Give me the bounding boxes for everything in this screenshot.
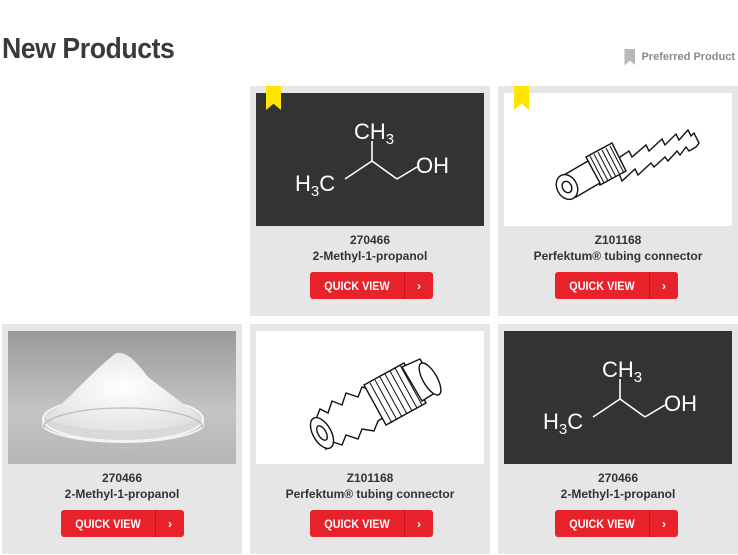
bookmark-icon [624,48,636,66]
quick-view-label: QUICK VIEW [75,516,141,531]
product-image-tubing-connector[interactable] [256,331,484,464]
page-title: New Products [2,33,175,65]
quick-view-button[interactable]: QUICK VIEW › [555,272,678,299]
product-code: 270466 [101,471,143,485]
product-name: Perfektum® tubing connector [285,487,455,501]
h3c-label: H3C [543,409,583,438]
quick-view-button[interactable]: QUICK VIEW › [310,272,433,299]
product-name: 2-Methyl-1-propanol [64,487,180,501]
product-card: Z101168 Perfektum® tubing connector QUIC… [498,86,738,316]
product-code: 270466 [349,233,391,247]
quick-view-button[interactable]: QUICK VIEW › [555,510,678,537]
quick-view-label: QUICK VIEW [569,278,635,293]
product-code: Z101168 [346,471,394,485]
product-card: Z101168 Perfektum® tubing connector QUIC… [250,324,490,554]
product-card: CH3 H3C OH 270466 2-Methyl-1-propanol QU… [250,86,490,316]
product-name: Perfektum® tubing connector [533,249,703,263]
ch3-label: CH3 [354,119,394,148]
oh-label: OH [664,391,697,416]
quick-view-label: QUICK VIEW [324,516,390,531]
h3c-label: H3C [295,171,335,200]
product-image-structure[interactable]: CH3 H3C OH [256,93,484,226]
chevron-right-icon: › [417,516,421,531]
chevron-right-icon: › [662,278,666,293]
product-image-tubing-connector[interactable] [504,93,732,226]
oh-label: OH [416,153,449,178]
product-name: 2-Methyl-1-propanol [560,487,676,501]
product-card: CH3 H3C OH 270466 2-Methyl-1-propanol QU… [498,324,738,554]
quick-view-button[interactable]: QUICK VIEW › [61,510,184,537]
product-name: 2-Methyl-1-propanol [312,249,428,263]
quick-view-label: QUICK VIEW [569,516,635,531]
legend-label: Preferred Product [641,51,735,63]
quick-view-button[interactable]: QUICK VIEW › [310,510,433,537]
chevron-right-icon: › [662,516,666,531]
quick-view-label: QUICK VIEW [324,278,390,293]
product-image-powder-petri-dish[interactable] [8,331,236,464]
ch3-label: CH3 [602,357,642,386]
product-code: 270466 [597,471,639,485]
chevron-right-icon: › [168,516,172,531]
product-card: 270466 2-Methyl-1-propanol QUICK VIEW › [2,324,242,554]
preferred-product-legend: Preferred Product [624,48,735,66]
chevron-right-icon: › [417,278,421,293]
product-image-structure[interactable]: CH3 H3C OH [504,331,732,464]
product-code: Z101168 [594,233,642,247]
